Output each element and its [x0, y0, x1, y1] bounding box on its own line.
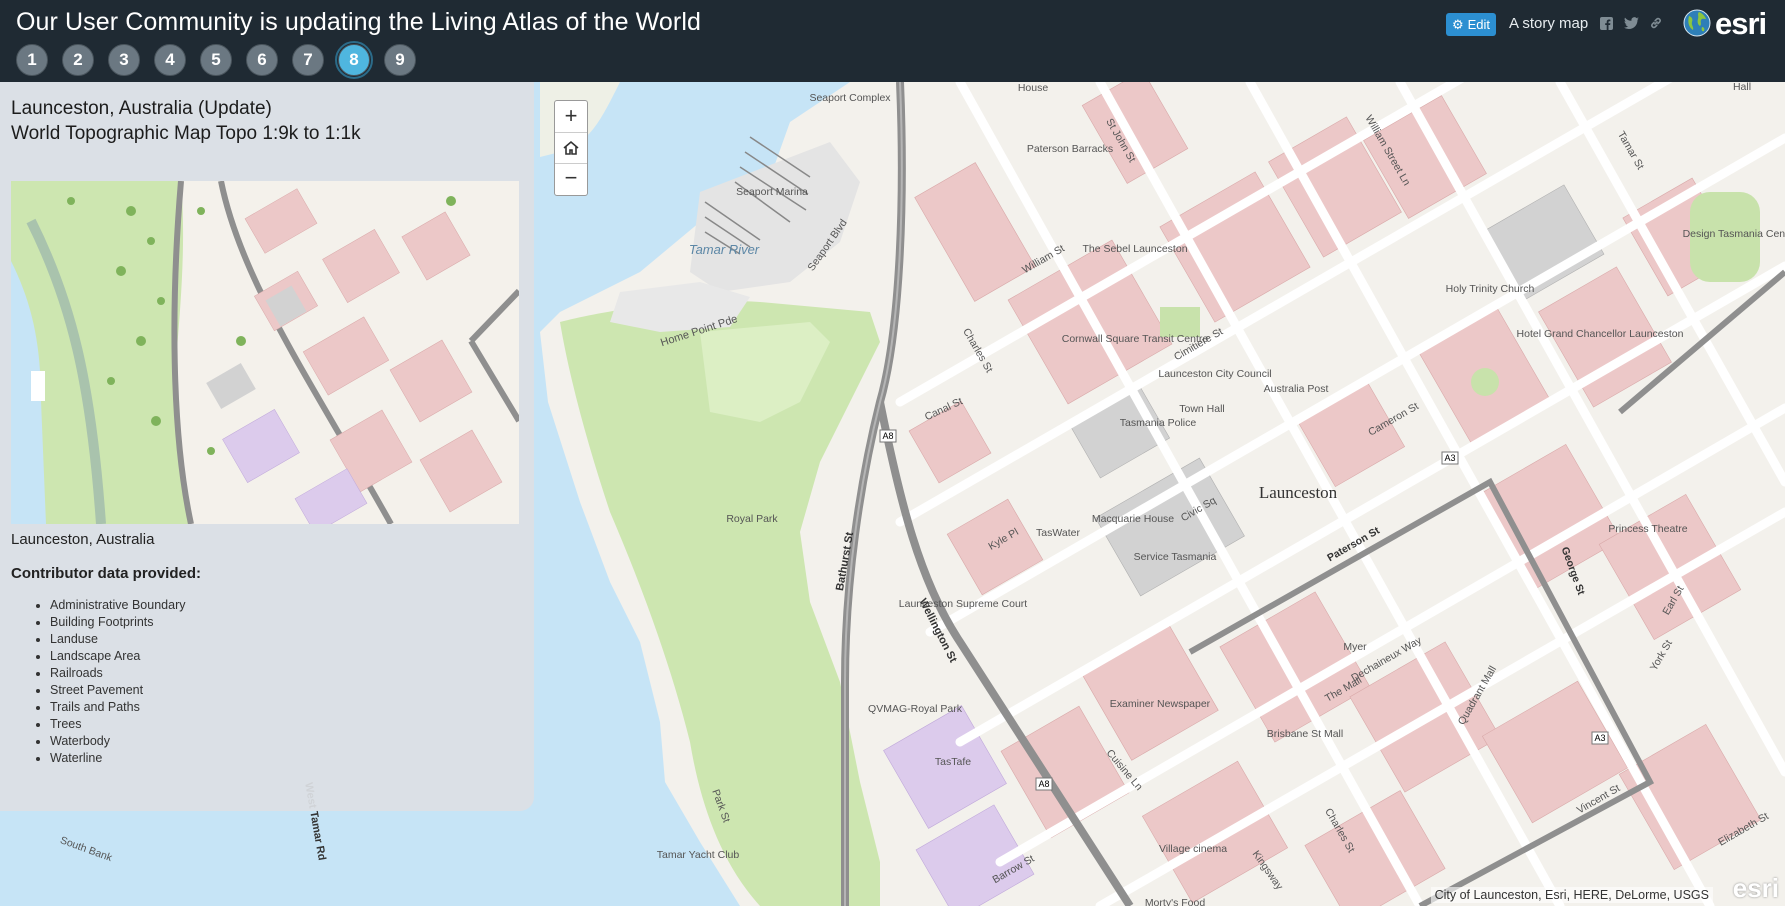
plus-icon: + [564, 103, 578, 128]
svg-text:Royal Park: Royal Park [726, 513, 778, 525]
svg-text:Service Tasmania: Service Tasmania [1134, 551, 1217, 563]
map-label: Tamar River [689, 242, 760, 257]
app-header: Our User Community is updating the Livin… [0, 0, 1785, 82]
twitter-icon[interactable] [1623, 15, 1639, 31]
globe-icon [1683, 9, 1711, 37]
list-item: Waterline [50, 750, 185, 767]
home-button[interactable] [555, 132, 587, 164]
zoom-in-button[interactable]: + [555, 101, 587, 131]
tab-5[interactable]: 5 [200, 44, 232, 76]
city-label: Launceston [1259, 483, 1338, 502]
esri-wordmark: esri [1715, 5, 1767, 41]
tab-2[interactable]: 2 [62, 44, 94, 76]
map-preview-image [11, 181, 519, 524]
esri-corner-logo: esri [1732, 873, 1779, 903]
edit-button[interactable]: ⚙ Edit [1446, 13, 1496, 36]
svg-text:House: House [1018, 82, 1049, 94]
svg-text:A8: A8 [1038, 779, 1049, 789]
svg-text:Paterson Barracks: Paterson Barracks [1027, 143, 1113, 155]
svg-text:Launceston Supreme Court: Launceston Supreme Court [899, 598, 1027, 610]
svg-text:Princess Theatre: Princess Theatre [1608, 523, 1687, 535]
svg-text:A3: A3 [1594, 733, 1605, 743]
svg-text:Examiner Newspaper: Examiner Newspaper [1110, 698, 1211, 710]
list-item: Landscape Area [50, 648, 185, 665]
svg-text:The Sebel Launceston: The Sebel Launceston [1082, 243, 1187, 255]
minus-icon: − [564, 165, 578, 190]
svg-text:Hotel Grand Chancellor Launces: Hotel Grand Chancellor Launceston [1517, 328, 1684, 340]
svg-text:Seaport Complex: Seaport Complex [809, 92, 891, 104]
list-item: Railroads [50, 665, 185, 682]
list-item: Building Footprints [50, 614, 185, 631]
tab-4[interactable]: 4 [154, 44, 186, 76]
list-item: Administrative Boundary [50, 597, 185, 614]
storymap-label: A story map [1509, 15, 1589, 32]
story-panel: Launceston, Australia (Update) World Top… [0, 82, 534, 811]
panel-subtitle: World Topographic Map Topo 1:9k to 1:1k [11, 123, 361, 144]
map-attribution: City of Launceston, Esri, HERE, DeLorme,… [1430, 887, 1713, 903]
contributor-heading: Contributor data provided: [11, 565, 201, 582]
story-title: Our User Community is updating the Livin… [16, 8, 702, 36]
esri-logo[interactable]: esri [1682, 5, 1767, 41]
edit-label: Edit [1467, 17, 1491, 32]
gear-icon: ⚙ [1451, 16, 1464, 32]
facebook-icon[interactable] [1598, 15, 1614, 31]
home-icon [563, 140, 579, 155]
svg-text:Macquarie House: Macquarie House [1092, 513, 1174, 525]
svg-text:Australia Post: Australia Post [1264, 383, 1329, 395]
list-item: Landuse [50, 631, 185, 648]
svg-text:A3: A3 [1444, 453, 1455, 463]
svg-text:Brisbane St Mall: Brisbane St Mall [1267, 728, 1343, 740]
svg-text:Tasmania Police: Tasmania Police [1120, 417, 1197, 429]
tab-8[interactable]: 8 [335, 41, 373, 79]
svg-text:TasWater: TasWater [1036, 527, 1080, 539]
svg-text:Seaport Marina: Seaport Marina [736, 186, 808, 198]
route-shield: A8 [882, 431, 893, 441]
svg-text:Launceston City Council: Launceston City Council [1158, 368, 1271, 380]
list-item: Trails and Paths [50, 699, 185, 716]
tab-1[interactable]: 1 [16, 44, 48, 76]
svg-text:Hall: Hall [1733, 82, 1751, 93]
svg-text:QVMAG-Royal Park: QVMAG-Royal Park [868, 703, 963, 715]
zoom-out-button[interactable]: − [555, 163, 587, 193]
svg-text:Village cinema: Village cinema [1159, 843, 1227, 855]
panel-title: Launceston, Australia (Update) [11, 98, 272, 119]
svg-text:TasTafe: TasTafe [935, 756, 971, 768]
list-item: Waterbody [50, 733, 185, 750]
svg-text:Tamar Yacht Club: Tamar Yacht Club [657, 849, 740, 861]
contributor-list: Administrative Boundary Building Footpri… [30, 597, 185, 767]
list-item: Trees [50, 716, 185, 733]
svg-text:Holy Trinity Church: Holy Trinity Church [1446, 283, 1535, 295]
tab-7[interactable]: 7 [292, 44, 324, 76]
svg-text:Town Hall: Town Hall [1179, 403, 1225, 415]
svg-text:Morty's Food: Morty's Food [1145, 897, 1206, 906]
zoom-control: + − [554, 100, 588, 196]
tab-3[interactable]: 3 [108, 44, 140, 76]
svg-text:Design Tasmania Centre: Design Tasmania Centre [1683, 228, 1785, 240]
svg-text:Myer: Myer [1343, 641, 1367, 653]
image-caption: Launceston, Australia [11, 531, 155, 548]
svg-text:Cornwall Square Transit Centre: Cornwall Square Transit Centre [1062, 333, 1209, 345]
tab-9[interactable]: 9 [384, 44, 416, 76]
link-icon[interactable] [1648, 15, 1664, 31]
list-item: Street Pavement [50, 682, 185, 699]
tab-6[interactable]: 6 [246, 44, 278, 76]
